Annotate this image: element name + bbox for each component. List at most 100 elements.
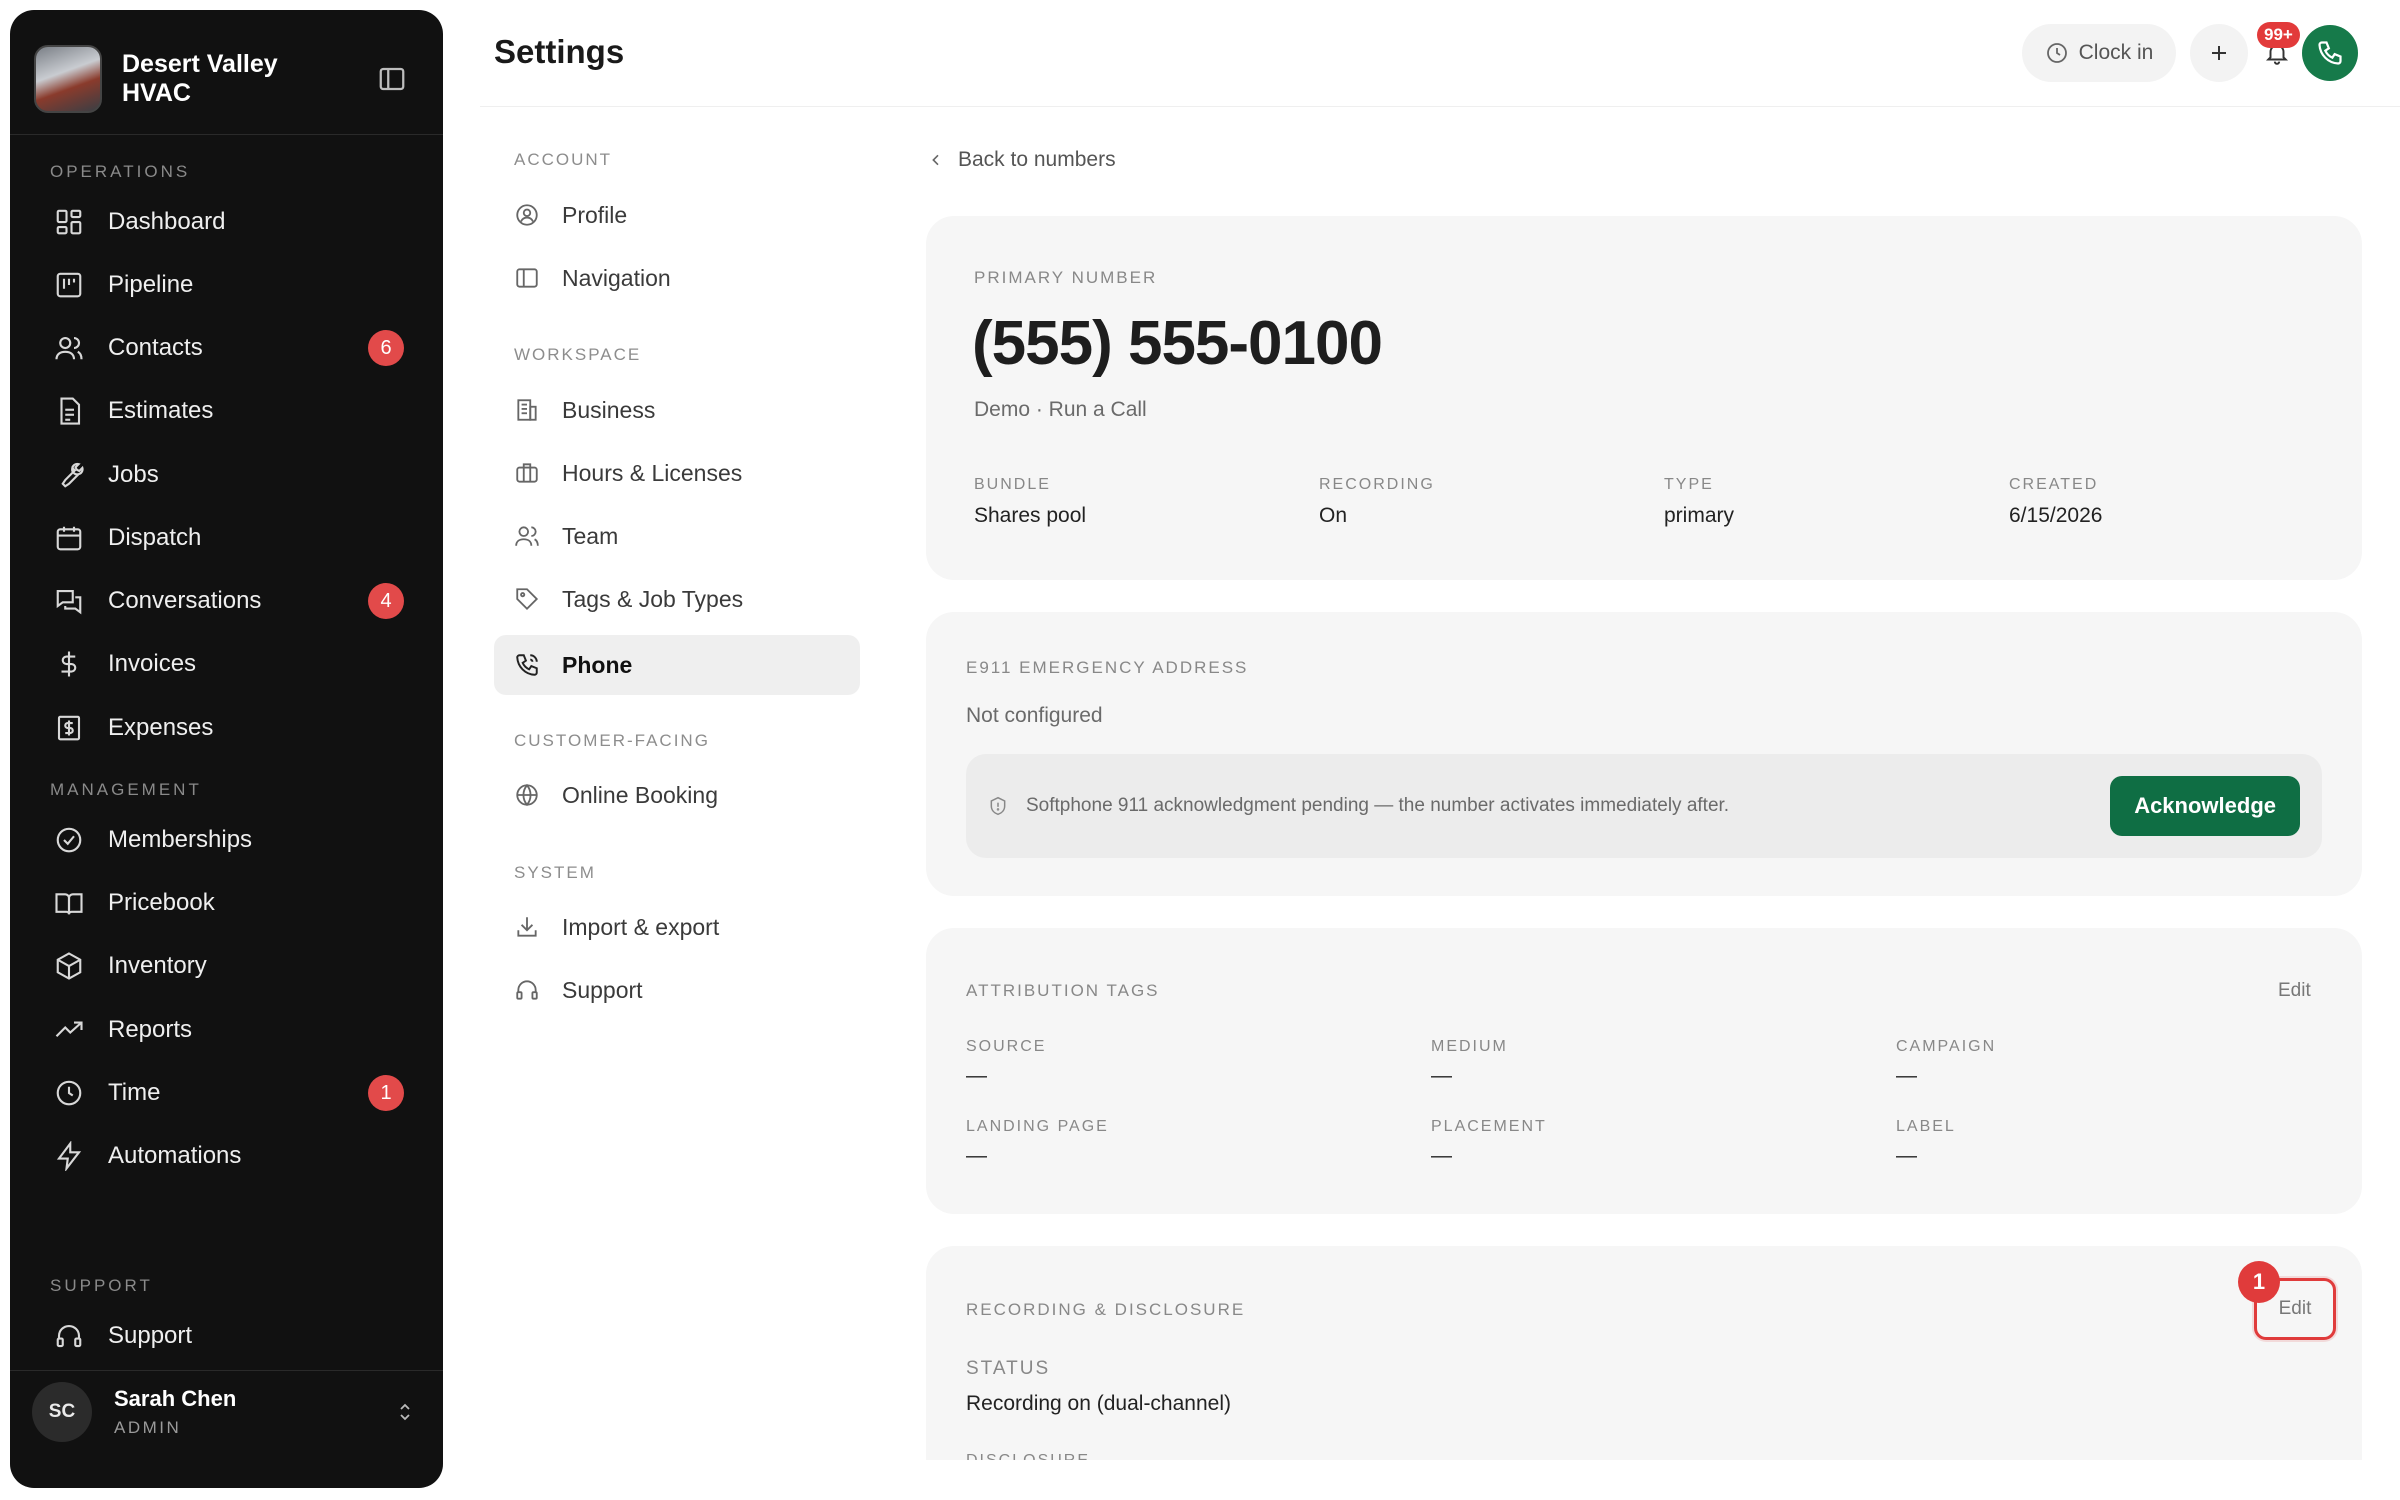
settings-item-navigation[interactable]: Navigation <box>494 248 860 308</box>
sidebar-item-contacts[interactable]: Contacts 6 <box>40 320 420 376</box>
sidebar-item-reports[interactable]: Reports <box>40 1002 420 1058</box>
clock-in-label: Clock in <box>2078 41 2154 64</box>
created-label: CREATED <box>2009 476 2099 493</box>
user-circle-icon <box>512 200 542 230</box>
receipt-icon <box>52 711 86 745</box>
settings-item-online-booking[interactable]: Online Booking <box>494 765 860 825</box>
sidebar-item-label: Dispatch <box>108 524 202 551</box>
calendar-icon <box>52 521 86 555</box>
disclosure-label: DISCLOSURE <box>966 1452 1090 1460</box>
contacts-count-badge: 6 <box>368 330 404 366</box>
sidebar-item-inventory[interactable]: Inventory <box>40 938 420 994</box>
settings-item-support[interactable]: Support <box>494 960 860 1020</box>
settings-item-label: Navigation <box>562 264 671 291</box>
status-label: STATUS <box>966 1358 1051 1379</box>
brand-logo <box>34 45 102 113</box>
sidebar-item-time[interactable]: Time 1 <box>40 1065 420 1121</box>
time-count-badge: 1 <box>368 1075 404 1111</box>
sidebar-item-label: Estimates <box>108 397 214 424</box>
placement-value: — <box>1431 1144 1452 1167</box>
clock-icon <box>52 1076 86 1110</box>
settings-item-hours-licenses[interactable]: Hours & Licenses <box>494 443 860 503</box>
landing-page-label: LANDING PAGE <box>966 1118 1109 1135</box>
settings-item-business[interactable]: Business <box>494 380 860 440</box>
user-name: Sarah Chen <box>114 1386 237 1411</box>
softphone-button[interactable] <box>2302 25 2358 81</box>
source-label: SOURCE <box>966 1038 1047 1055</box>
settings-section-system: SYSTEM <box>514 863 596 882</box>
brand-name: Desert Valley HVAC <box>122 50 278 107</box>
recording-value: On <box>1319 504 1348 527</box>
type-value: primary <box>1664 504 1735 527</box>
avatar: SC <box>32 1382 92 1442</box>
settings-item-team[interactable]: Team <box>494 506 860 566</box>
shield-icon <box>990 796 1006 816</box>
sidebar-item-conversations[interactable]: Conversations 4 <box>40 573 420 629</box>
sidebar-item-expenses[interactable]: Expenses <box>40 700 420 756</box>
e911-notice-text: Softphone 911 acknowledgment pending — t… <box>1026 795 1730 816</box>
download-icon <box>512 912 542 942</box>
sidebar-toggle-icon[interactable] <box>377 64 407 94</box>
page-title: Settings <box>494 33 625 70</box>
back-link-label: Back to numbers <box>958 148 1116 171</box>
status-value: Recording on (dual-channel) <box>966 1392 1231 1415</box>
sidebar-item-estimates[interactable]: Estimates <box>40 383 420 439</box>
sidebar-item-dashboard[interactable]: Dashboard <box>40 194 420 250</box>
sidebar-item-support[interactable]: Support <box>40 1308 420 1364</box>
highlight-marker-badge: 1 <box>2238 1261 2280 1303</box>
sidebar-item-label: Reports <box>108 1016 193 1043</box>
create-button[interactable] <box>2190 24 2248 82</box>
clock-in-button[interactable]: Clock in <box>2022 24 2176 82</box>
e911-notice: Softphone 911 acknowledgment pending — t… <box>966 754 2322 858</box>
settings-item-label: Tags & Job Types <box>562 585 744 612</box>
attribution-edit-button[interactable]: Edit <box>2278 980 2311 1002</box>
sidebar-item-label: Inventory <box>108 952 207 979</box>
sidebar-item-label: Dashboard <box>108 208 226 235</box>
settings-item-profile[interactable]: Profile <box>494 185 860 245</box>
sidebar-item-invoices[interactable]: Invoices <box>40 636 420 692</box>
contacts-icon <box>52 331 86 365</box>
settings-section-workspace: WORKSPACE <box>514 345 642 364</box>
sidebar-item-pipeline[interactable]: Pipeline <box>40 257 420 313</box>
sidebar-item-pricebook[interactable]: Pricebook <box>40 875 420 931</box>
placement-label: PLACEMENT <box>1431 1118 1547 1135</box>
sidebar-item-label: Expenses <box>108 714 214 741</box>
sidebar-item-jobs[interactable]: Jobs <box>40 447 420 503</box>
plus-icon <box>2212 46 2226 60</box>
section-support: SUPPORT <box>50 1276 153 1295</box>
sidebar-divider <box>10 134 443 135</box>
bolt-icon <box>52 1139 86 1173</box>
sidebar-item-automations[interactable]: Automations <box>40 1128 420 1184</box>
sidebar-item-dispatch[interactable]: Dispatch <box>40 510 420 566</box>
conversations-count-badge: 4 <box>368 583 404 619</box>
sidebar-item-label: Time <box>108 1079 161 1106</box>
section-management: MANAGEMENT <box>50 780 202 799</box>
primary-number-subtitle: Demo · Run a Call <box>974 398 1147 421</box>
acknowledge-button[interactable]: Acknowledge <box>2110 776 2300 836</box>
primary-number-card: PRIMARY NUMBER (555) 555-0100 Demo · Run… <box>926 216 2362 580</box>
sidebar-item-label: Invoices <box>108 650 197 677</box>
settings-item-tags[interactable]: Tags & Job Types <box>494 569 860 629</box>
settings-item-phone[interactable]: Phone <box>494 635 860 695</box>
sidebar-item-memberships[interactable]: Memberships <box>40 812 420 868</box>
headset-icon <box>512 975 542 1005</box>
header-divider <box>480 106 2400 107</box>
settings-item-import-export[interactable]: Import & export <box>494 897 860 957</box>
wrench-icon <box>52 458 86 492</box>
section-operations: OPERATIONS <box>50 162 191 181</box>
sidebar-item-label: Pipeline <box>108 271 194 298</box>
sidebar-item-label: Memberships <box>108 826 253 853</box>
user-menu[interactable]: SC Sarah Chen ADMIN <box>32 1362 427 1462</box>
headset-icon <box>52 1319 86 1353</box>
back-to-numbers-link[interactable]: Back to numbers <box>928 148 1116 172</box>
type-label: TYPE <box>1664 476 1714 493</box>
settings-item-label: Support <box>562 976 643 1003</box>
bundle-value: Shares pool <box>974 504 1087 527</box>
e911-status: Not configured <box>966 704 1103 727</box>
recording-disclosure-card: RECORDING & DISCLOSURE STATUS Recording … <box>926 1246 2362 1460</box>
label-value: — <box>1896 1144 1917 1167</box>
dollar-icon <box>52 647 86 681</box>
settings-item-label: Profile <box>562 201 628 228</box>
phone-call-icon <box>512 650 542 680</box>
attribution-label: ATTRIBUTION TAGS <box>966 981 1160 1000</box>
